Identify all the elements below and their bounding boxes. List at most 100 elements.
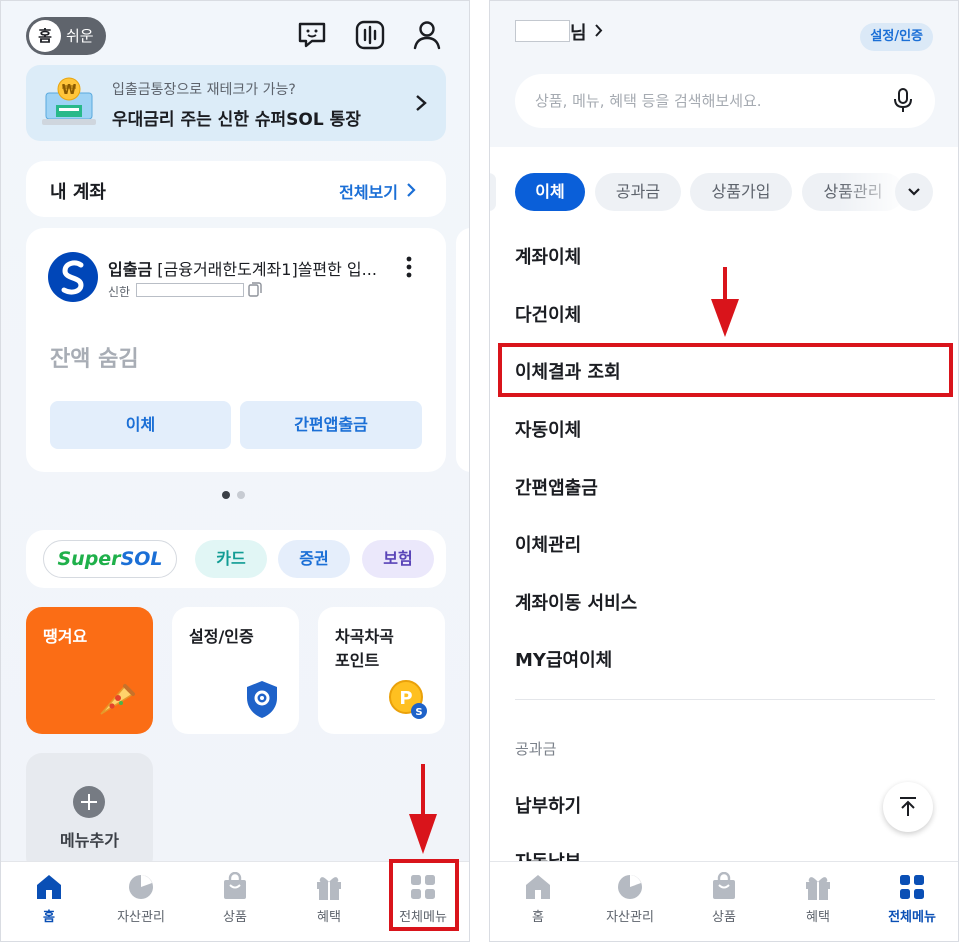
transfer-button[interactable]: 이체	[50, 401, 231, 449]
gift-icon	[806, 877, 830, 900]
masked-user-name	[515, 20, 570, 42]
settings-auth-button[interactable]: 설정/인증	[860, 23, 933, 51]
more-options-icon[interactable]	[406, 256, 412, 278]
ttanggyeoyo-tile[interactable]: 땡겨요	[26, 607, 153, 734]
all-menu-header: 님 설정/인증	[490, 1, 958, 147]
account-name: 입출금 [금융거래한도계좌1]쏠편한 입...	[108, 256, 377, 280]
balance-hidden-text[interactable]: 잔액 숨김	[50, 341, 139, 373]
shinhan-logo-icon	[48, 252, 98, 302]
chevron-right-icon	[407, 183, 416, 197]
my-accounts-title: 내 계좌	[50, 182, 106, 203]
pie-chart-icon	[618, 875, 642, 899]
view-all-link[interactable]: 전체보기	[339, 179, 398, 203]
supersol-logo-super: Super	[57, 548, 121, 570]
gift-icon	[317, 877, 341, 900]
carousel-dot-active	[222, 491, 230, 499]
chatbot-icon[interactable]	[295, 18, 329, 52]
chip-previous-partial[interactable]	[490, 173, 496, 211]
account-card[interactable]: 입출금 [금융거래한도계좌1]쏠편한 입... 신한 잔액 숨김 이체 간편앱출…	[26, 228, 446, 472]
tab-asset-label: 자산관리	[117, 910, 165, 925]
shopping-bag-icon	[224, 872, 246, 899]
tab-product-label: 상품	[223, 910, 247, 925]
bank-name: 신한	[108, 285, 131, 299]
next-account-card-peek[interactable]	[456, 228, 469, 472]
tab-home-label: 홈	[532, 910, 544, 925]
masked-account-number	[136, 283, 244, 297]
user-honorific[interactable]: 님	[570, 19, 587, 45]
red-arrow-down-icon	[409, 764, 437, 854]
home-easy-mode-toggle[interactable]: 홈 쉬운	[26, 17, 106, 55]
easy-withdraw-button[interactable]: 간편앱출금	[240, 401, 422, 449]
svg-text:S: S	[415, 707, 422, 718]
voice-assistant-icon[interactable]	[353, 18, 387, 52]
tab-product[interactable]: 상품	[682, 872, 766, 925]
menu-multi-transfer[interactable]: 다건이체	[515, 301, 581, 327]
menu-auto-transfer[interactable]: 자동이체	[515, 416, 581, 442]
scroll-to-top-button[interactable]	[883, 782, 933, 832]
points-label: 차곡차곡 포인트	[335, 625, 394, 673]
tab-asset[interactable]: 자산관리	[99, 872, 183, 925]
chip-utility-bills[interactable]: 공과금	[595, 173, 681, 211]
menu-transfer-manage[interactable]: 이체관리	[515, 531, 581, 557]
account-title: [금융거래한도계좌1]쏠편한 입...	[157, 260, 377, 279]
tab-home-label: 홈	[43, 910, 55, 925]
tab-home[interactable]: 홈	[496, 872, 580, 925]
banner-subtitle: 입출금통장으로 재테크가 가능?	[112, 82, 296, 98]
grid-menu-icon	[900, 875, 924, 899]
transfer-result-highlight-box	[498, 343, 953, 397]
menu-pay[interactable]: 납부하기	[515, 792, 581, 818]
tab-all-menu[interactable]: 전체메뉴	[870, 872, 954, 925]
tab-product-label: 상품	[712, 910, 736, 925]
chip-transfer[interactable]: 이체	[515, 173, 585, 211]
category-chips: 이체 공과금 상품가입 상품관리	[490, 173, 958, 213]
chevron-right-icon[interactable]	[594, 23, 603, 38]
all-menu-highlight-box	[389, 859, 459, 931]
red-arrow-down-icon	[711, 267, 739, 337]
tab-home[interactable]: 홈	[7, 872, 91, 925]
tab-product[interactable]: 상품	[193, 872, 277, 925]
chevron-down-icon	[908, 188, 920, 196]
carousel-dots	[222, 484, 252, 503]
home-icon	[526, 875, 550, 899]
chip-product-signup[interactable]: 상품가입	[690, 173, 792, 211]
tab-asset-label: 자산관리	[606, 910, 654, 925]
menu-search-bar[interactable]	[515, 74, 935, 128]
card-pill[interactable]: 카드	[195, 540, 267, 578]
promo-banner[interactable]: ₩ 입출금통장으로 재테크가 가능? 우대금리 주는 신한 슈퍼SOL 통장	[26, 65, 446, 141]
points-tile[interactable]: 차곡차곡 포인트 PS	[318, 607, 445, 734]
tab-asset[interactable]: 자산관리	[588, 872, 672, 925]
tab-benefit-label: 혜택	[317, 910, 341, 925]
add-menu-tile[interactable]: 메뉴추가	[26, 753, 153, 873]
point-coin-icon: PS	[389, 680, 427, 719]
tab-benefit[interactable]: 혜택	[776, 872, 860, 925]
all-menu-screen: 님 설정/인증 이체 공과금 상품가입 상품관리 계좌이체 다건이체 이체결과 …	[489, 0, 959, 942]
add-menu-label: 메뉴추가	[60, 831, 119, 850]
supersol-logo-sol: SOL	[120, 548, 163, 570]
ttanggyeoyo-label: 땡겨요	[43, 627, 88, 646]
insurance-pill[interactable]: 보험	[362, 540, 434, 578]
tab-all-menu-label: 전체메뉴	[888, 910, 936, 925]
expand-categories-button[interactable]	[895, 173, 933, 211]
tab-benefit-label: 혜택	[806, 910, 830, 925]
settings-auth-tile[interactable]: 설정/인증	[172, 607, 299, 734]
settings-auth-label: 설정/인증	[189, 627, 254, 646]
svg-text:P: P	[399, 688, 412, 709]
menu-search-input[interactable]	[535, 89, 875, 113]
profile-icon[interactable]	[410, 18, 444, 52]
section-title-utility: 공과금	[515, 740, 557, 758]
stock-pill[interactable]: 증권	[278, 540, 350, 578]
bottom-tab-bar: 홈 자산관리 상품 혜택 전체메뉴	[490, 861, 958, 941]
menu-account-transfer[interactable]: 계좌이체	[515, 243, 581, 269]
menu-my-salary-transfer[interactable]: MY급여이체	[515, 646, 612, 672]
copy-icon[interactable]	[248, 281, 262, 297]
shield-gear-icon	[247, 681, 277, 718]
menu-account-switch[interactable]: 계좌이동 서비스	[515, 589, 637, 615]
points-label-line1: 차곡차곡	[335, 627, 394, 646]
menu-easy-withdraw[interactable]: 간편앱출금	[515, 474, 598, 500]
microphone-icon[interactable]	[893, 88, 913, 114]
tab-benefit[interactable]: 혜택	[287, 872, 371, 925]
chevron-right-icon	[416, 95, 427, 111]
piggy-bank-laptop-icon: ₩	[40, 75, 98, 131]
my-accounts-header: 내 계좌 전체보기	[26, 161, 446, 217]
supersol-button[interactable]: SuperSOL	[43, 540, 177, 578]
